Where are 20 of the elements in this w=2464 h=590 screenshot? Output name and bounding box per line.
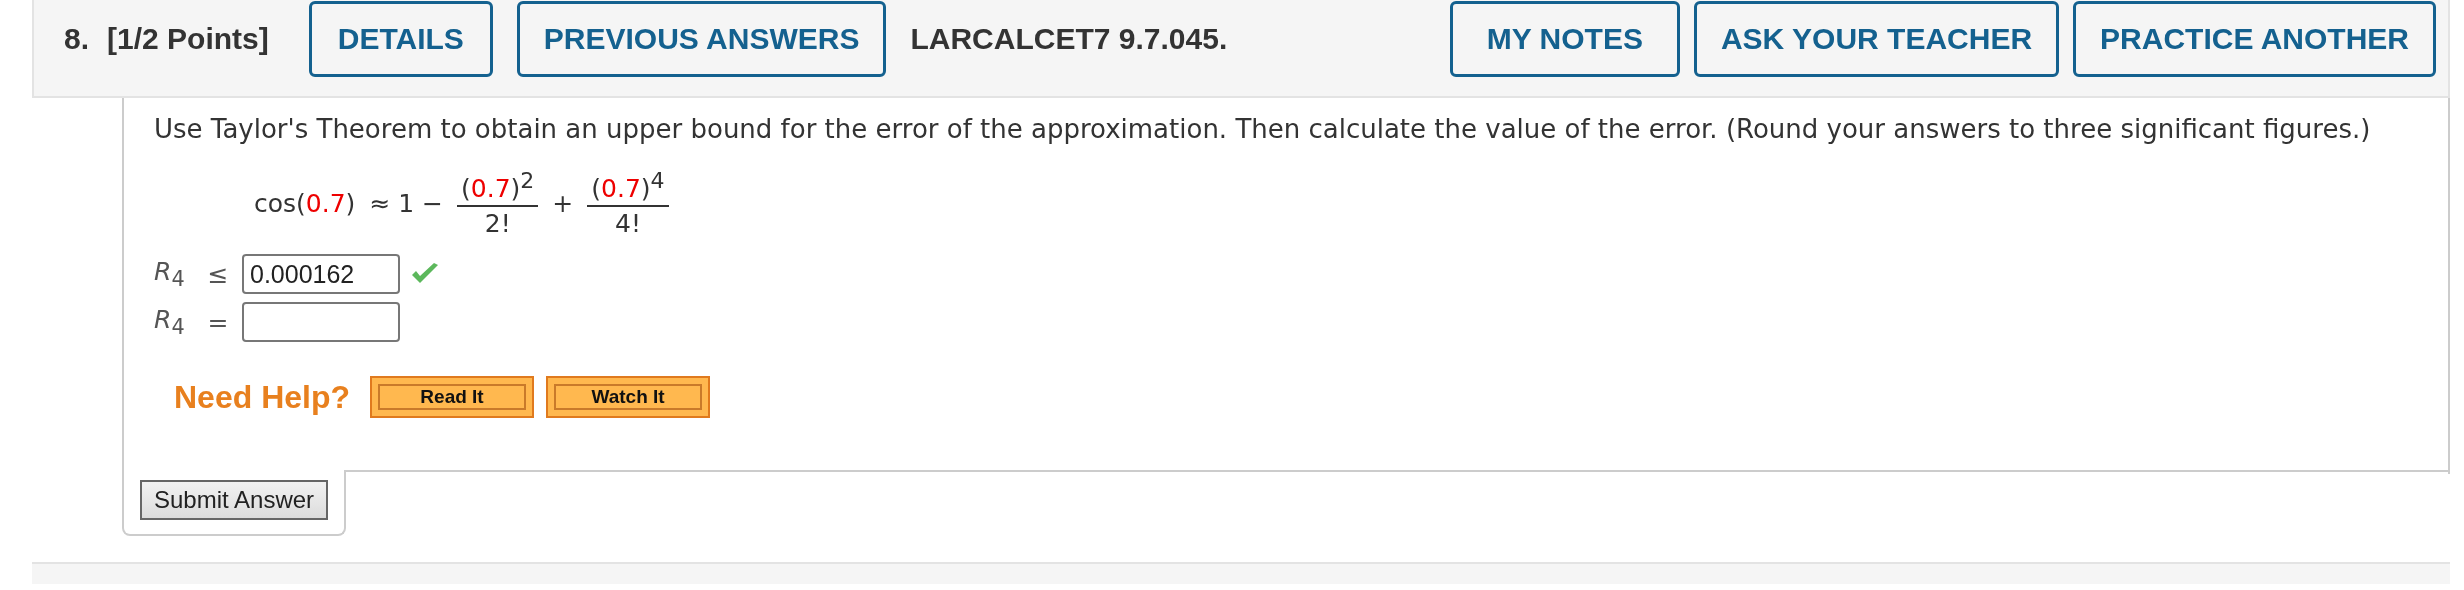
- header-button[interactable]: PRACTICE ANOTHER: [2073, 1, 2436, 77]
- points-label: [1/2 Points]: [107, 22, 269, 56]
- question-number: 8.: [64, 22, 90, 56]
- answer-field[interactable]: [242, 302, 400, 343]
- answer-field[interactable]: 0.000162: [242, 254, 400, 295]
- help-button[interactable]: Watch It: [546, 376, 711, 419]
- header-button[interactable]: DETAILS: [308, 1, 493, 77]
- help-label: Need Help?: [174, 378, 351, 416]
- header-button[interactable]: ASK YOUR TEACHER: [1693, 1, 2060, 77]
- math-formula: cos(0.7) ≈ 1 − (0.7)$^{2}$ 2! + (0.7)$^{4}$ 4!: [254, 168, 669, 239]
- header-button[interactable]: MY NOTES: [1449, 1, 1680, 77]
- question-prompt: Use Taylor's Theorem to obtain an upper bound for the error of the approximation. Then calculate the value of the error. (Round your answers to three significant figures.): [154, 114, 2372, 144]
- remainder-label: R$_{4}$: [154, 257, 186, 292]
- relation-sign: =: [206, 307, 230, 337]
- header-button[interactable]: PREVIOUS ANSWERS: [516, 1, 887, 77]
- remainder-label: R$_{4}$: [154, 305, 186, 340]
- problem-code: LARCALCET7 9.7.045.: [910, 22, 1228, 56]
- help-button[interactable]: Read It: [370, 376, 535, 419]
- submit-button[interactable]: Submit Answer: [140, 480, 329, 521]
- relation-sign: ≤: [206, 259, 230, 289]
